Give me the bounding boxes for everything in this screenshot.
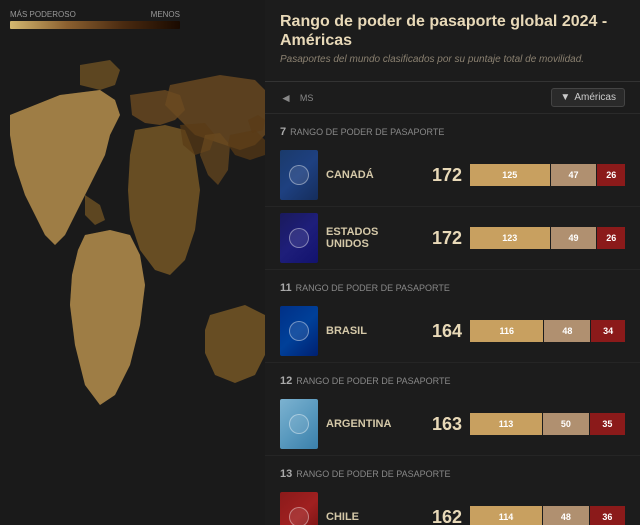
world-map bbox=[0, 35, 265, 505]
passport-row-argentina: ARGENTINA 163 1135035 bbox=[265, 393, 640, 456]
passport-score: 172 bbox=[424, 165, 462, 186]
passport-image-canada bbox=[280, 150, 318, 200]
country-name: CHILE bbox=[326, 511, 416, 523]
passport-entries: 7RANGO DE PODER DE PASAPORTECANADÁ172125… bbox=[265, 114, 640, 525]
passport-image-chile bbox=[280, 492, 318, 525]
passport-emblem bbox=[289, 165, 309, 185]
rank-number: 12 bbox=[280, 375, 292, 387]
bar-visa-required: 34 bbox=[591, 320, 625, 342]
passport-image-argentina bbox=[280, 399, 318, 449]
bar-visa-required: 36 bbox=[590, 506, 625, 525]
score-bar: 1144836 bbox=[470, 506, 625, 525]
passport-image-brasil bbox=[280, 306, 318, 356]
bar-visa-required: 26 bbox=[597, 164, 625, 186]
rank-label: RANGO DE PODER DE PASAPORTE bbox=[290, 127, 444, 137]
passport-row-brasil: BRASIL 164 1164834 bbox=[265, 300, 640, 363]
rank-section-3: 12 RANGO DE PODER DE PASAPORTE bbox=[265, 363, 640, 393]
country-name: ESTADOS UNIDOS bbox=[326, 226, 416, 250]
bar-visa-required: 26 bbox=[597, 227, 625, 249]
score-bar: 1135035 bbox=[470, 413, 625, 435]
bar-visa-free: 116 bbox=[470, 320, 543, 342]
panel-title: Rango de poder de pasaporte global 2024 … bbox=[280, 12, 625, 50]
rank-number: 13 bbox=[280, 468, 292, 480]
bar-visa-on-arrival: 48 bbox=[543, 506, 589, 525]
filter-icon: ▼ bbox=[560, 92, 570, 103]
filter-label: Américas bbox=[574, 92, 616, 103]
country-name: ARGENTINA bbox=[326, 418, 416, 430]
panel-header: Rango de poder de pasaporte global 2024 … bbox=[265, 0, 640, 82]
right-panel: Rango de poder de pasaporte global 2024 … bbox=[265, 0, 640, 525]
rank-label: RANGO DE PODER DE PASAPORTE bbox=[296, 283, 450, 293]
bar-visa-free: 114 bbox=[470, 506, 542, 525]
bar-visa-on-arrival: 49 bbox=[551, 227, 597, 249]
bar-visa-on-arrival: 48 bbox=[544, 320, 590, 342]
rank-section-0: 7 RANGO DE PODER DE PASAPORTE bbox=[265, 114, 640, 144]
passport-score: 162 bbox=[424, 507, 462, 525]
bar-visa-on-arrival: 47 bbox=[551, 164, 597, 186]
bar-visa-free: 113 bbox=[470, 413, 542, 435]
passport-score: 163 bbox=[424, 414, 462, 435]
score-bar: 1234926 bbox=[470, 227, 625, 249]
passport-row-estados-unidos: ESTADOS UNIDOS 172 1234926 bbox=[265, 207, 640, 270]
bar-visa-free: 125 bbox=[470, 164, 550, 186]
rank-label: RANGO DE PODER DE PASAPORTE bbox=[296, 376, 450, 386]
panel-subtitle: Pasaportes del mundo clasificados por su… bbox=[280, 54, 625, 65]
country-name: CANADÁ bbox=[326, 169, 416, 181]
passport-emblem bbox=[289, 414, 309, 434]
passport-emblem bbox=[289, 321, 309, 341]
passport-score: 164 bbox=[424, 321, 462, 342]
rank-number: 11 bbox=[280, 282, 292, 294]
map-area: MÁS PODEROSO MENOS + − bbox=[0, 0, 265, 525]
bar-visa-on-arrival: 50 bbox=[543, 413, 589, 435]
gradient-bar bbox=[10, 21, 180, 29]
country-name: BRASIL bbox=[326, 325, 416, 337]
filter-row: ◄ MS ▼ Américas bbox=[265, 82, 640, 114]
passport-row-canadá: CANADÁ 172 1254726 bbox=[265, 144, 640, 207]
score-bar: 1164834 bbox=[470, 320, 625, 342]
passport-image-usa bbox=[280, 213, 318, 263]
gradient-label-right: MENOS bbox=[151, 10, 180, 19]
passport-row-chile: CHILE 162 1144836 bbox=[265, 486, 640, 525]
rank-label: RANGO DE PODER DE PASAPORTE bbox=[296, 469, 450, 479]
americas-filter-button[interactable]: ▼ Américas bbox=[551, 88, 625, 107]
bar-visa-required: 35 bbox=[590, 413, 625, 435]
score-bar: 1254726 bbox=[470, 164, 625, 186]
rank-section-4: 13 RANGO DE PODER DE PASAPORTE bbox=[265, 456, 640, 486]
passport-emblem bbox=[289, 507, 309, 525]
rank-section-2: 11 RANGO DE PODER DE PASAPORTE bbox=[265, 270, 640, 300]
rank-number: 7 bbox=[280, 126, 286, 138]
passport-score: 172 bbox=[424, 228, 462, 249]
back-arrow[interactable]: ◄ bbox=[280, 91, 292, 105]
bar-visa-free: 123 bbox=[470, 227, 550, 249]
gradient-label-left: MÁS PODEROSO bbox=[10, 10, 76, 19]
ms-label: MS bbox=[300, 93, 335, 103]
passport-emblem bbox=[289, 228, 309, 248]
